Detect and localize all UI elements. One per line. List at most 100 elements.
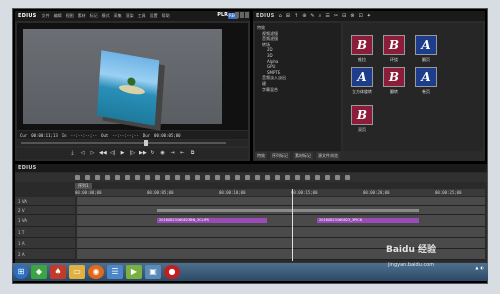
transition-thumbnail[interactable]: A xyxy=(351,67,373,87)
menu-item[interactable]: 设置 xyxy=(150,13,158,18)
mode-label[interactable]: PLR xyxy=(217,12,228,18)
toolbar-icon[interactable]: ⊕ xyxy=(302,13,306,19)
track-area[interactable] xyxy=(77,227,485,238)
track-header[interactable]: 2 V xyxy=(15,206,75,215)
transport-button[interactable]: ▶ xyxy=(119,150,126,157)
timeline-tool-icon[interactable] xyxy=(315,175,320,180)
firefox-icon[interactable]: ◉ xyxy=(88,265,104,279)
timeline-clip[interactable]: 20180823160823_3PIC6 xyxy=(317,218,419,223)
toolbar-icon[interactable]: ⊞ xyxy=(286,13,290,19)
tray-icon[interactable]: ▲ xyxy=(475,265,478,270)
minimize-icon[interactable] xyxy=(235,12,239,18)
close-icon[interactable] xyxy=(245,12,249,18)
tray-icon[interactable]: ◐ xyxy=(481,265,485,270)
record-icon[interactable]: ● xyxy=(164,265,180,279)
transport-button[interactable]: ◁| xyxy=(109,150,116,157)
edius-taskbar-icon[interactable]: ▶ xyxy=(126,265,142,279)
player-progress-bar[interactable] xyxy=(17,140,248,146)
transport-button[interactable]: ◉ xyxy=(159,150,166,157)
bin-tab[interactable]: 序列标记 xyxy=(270,152,290,160)
timeline-tool-icon[interactable] xyxy=(245,175,250,180)
menu-item[interactable]: 模式 xyxy=(102,13,110,18)
timeline-tool-icon[interactable] xyxy=(195,175,200,180)
timeline-tool-icon[interactable] xyxy=(115,175,120,180)
transport-button[interactable]: ▷ xyxy=(89,150,96,157)
timeline-ruler[interactable]: 00:00:00;00 00:00:05;00 00:00:10;00 00:00:1… xyxy=(75,189,485,196)
timeline-tool-icon[interactable] xyxy=(155,175,160,180)
timeline-clip[interactable]: 20180823160823BN_3CLIPS xyxy=(157,218,267,223)
transition-thumbnail[interactable]: B xyxy=(351,35,373,55)
menu-item[interactable]: 编辑 xyxy=(54,13,62,18)
folder-icon[interactable]: ▭ xyxy=(69,265,85,279)
transport-button[interactable]: ⇤ xyxy=(179,150,186,157)
toolbar-icon[interactable]: ⌂ xyxy=(279,13,282,19)
timeline-tool-icon[interactable] xyxy=(125,175,130,180)
track-header[interactable]: 1 VA xyxy=(15,197,75,206)
toolbar-icon[interactable]: ↑ xyxy=(294,13,298,19)
transport-button[interactable]: ◀◀ xyxy=(99,150,107,157)
menu-item[interactable]: 素材 xyxy=(78,13,86,18)
toolbar-icon[interactable]: ⊡ xyxy=(359,13,363,19)
track-header[interactable]: 1 T xyxy=(15,227,75,238)
timeline-tool-icon[interactable] xyxy=(255,175,260,180)
menu-item[interactable]: 工具 xyxy=(138,13,146,18)
toolbar-icon[interactable]: ⊗ xyxy=(350,13,354,19)
progress-track[interactable] xyxy=(21,142,226,144)
app-icon-4[interactable]: ▣ xyxy=(145,265,161,279)
transport-button[interactable]: ▶▶ xyxy=(139,150,147,157)
timeline-tool-icon[interactable] xyxy=(75,175,80,180)
timeline-tool-icon[interactable] xyxy=(265,175,270,180)
timeline-tool-icon[interactable] xyxy=(205,175,210,180)
toolbar-icon[interactable]: ✂ xyxy=(334,13,338,19)
timeline-playhead[interactable] xyxy=(292,189,293,261)
timeline-tool-icon[interactable] xyxy=(185,175,190,180)
start-button[interactable]: ⊞ xyxy=(14,265,28,279)
track-area[interactable] xyxy=(77,206,485,215)
track-area[interactable] xyxy=(77,197,485,206)
transport-button[interactable]: ⧉ xyxy=(189,150,196,157)
timeline-tool-icon[interactable] xyxy=(135,175,140,180)
track-area[interactable]: 20180823160823BN_3CLIPS 20180823160823_3P… xyxy=(77,215,485,227)
tree-item[interactable]: 字幕混合 xyxy=(257,87,339,93)
timeline-tool-icon[interactable] xyxy=(145,175,150,180)
toolbar-icon[interactable]: ✦ xyxy=(367,13,371,19)
timeline-tool-icon[interactable] xyxy=(105,175,110,180)
bin-tab[interactable]: 素材标记 xyxy=(293,152,313,160)
transition-thumbnail[interactable]: A xyxy=(415,67,437,87)
progress-knob[interactable] xyxy=(144,140,148,146)
toolbar-icon[interactable]: ⊟ xyxy=(342,13,346,19)
track-header[interactable]: 1 A xyxy=(15,238,75,249)
transport-button[interactable]: ◁ xyxy=(79,150,86,157)
transport-button[interactable]: |▷ xyxy=(129,150,136,157)
timeline-tool-icon[interactable] xyxy=(215,175,220,180)
transport-button[interactable]: ↻ xyxy=(149,150,156,157)
track-header[interactable]: 1 VA xyxy=(15,215,75,227)
menu-item[interactable]: 标记 xyxy=(90,13,98,18)
track-header[interactable]: 2 A xyxy=(15,249,75,260)
timeline-tool-icon[interactable] xyxy=(285,175,290,180)
timeline-tool-icon[interactable] xyxy=(345,175,350,180)
menu-item[interactable]: 视图 xyxy=(66,13,74,18)
timeline-tool-icon[interactable] xyxy=(175,175,180,180)
transition-thumbnail[interactable]: A xyxy=(415,35,437,55)
transition-thumbnail[interactable]: B xyxy=(383,35,405,55)
maximize-icon[interactable] xyxy=(240,12,244,18)
timeline-tool-icon[interactable] xyxy=(95,175,100,180)
timeline-tool-icon[interactable] xyxy=(275,175,280,180)
timeline-tool-icon[interactable] xyxy=(225,175,230,180)
transport-button[interactable]: ⤓ xyxy=(69,150,76,157)
menu-item[interactable]: 渲染 xyxy=(126,13,134,18)
toolbar-icon[interactable]: ☰ xyxy=(325,13,329,19)
timeline-tool-icon[interactable] xyxy=(335,175,340,180)
menu-item[interactable]: 文件 xyxy=(42,13,50,18)
timeline-tool-icon[interactable] xyxy=(85,175,90,180)
app-icon-3[interactable]: ☰ xyxy=(107,265,123,279)
app-icon-2[interactable]: ♠ xyxy=(50,265,66,279)
menu-item[interactable]: 采集 xyxy=(114,13,122,18)
app-icon-1[interactable]: ◆ xyxy=(31,265,47,279)
toolbar-icon[interactable]: ⌕ xyxy=(319,13,322,19)
transition-thumbnail[interactable]: B xyxy=(351,105,373,125)
timeline-tool-icon[interactable] xyxy=(235,175,240,180)
menu-item[interactable]: 帮助 xyxy=(162,13,170,18)
bin-tab[interactable]: 源文件浏览 xyxy=(316,152,340,160)
